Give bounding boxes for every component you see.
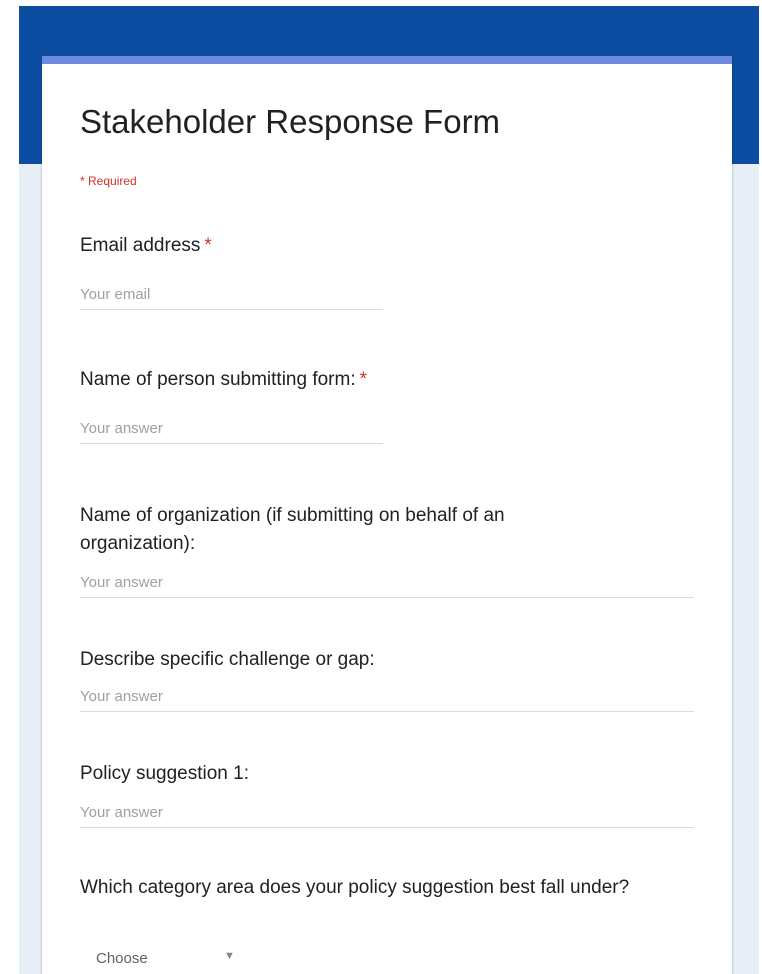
person-name-input[interactable]: Your answer <box>80 420 383 444</box>
policy-suggestion-input[interactable]: Your answer <box>80 804 694 828</box>
question-text: Describe specific challenge or gap: <box>80 649 375 670</box>
challenge-input[interactable]: Your answer <box>80 688 694 712</box>
question-challenge: Describe specific challenge or gap: Your… <box>80 646 694 712</box>
question-text: Which category area does your policy sug… <box>80 877 630 898</box>
required-note: * Required <box>80 174 137 188</box>
question-text: Policy suggestion 1: <box>80 763 249 784</box>
question-organization: Name of organization (if submitting on b… <box>80 502 694 598</box>
question-text: Name of organization (if submitting on b… <box>80 505 505 554</box>
required-star: * <box>359 369 368 390</box>
question-label: Email address * <box>80 232 694 260</box>
dropdown-caret-icon: ▼ <box>224 950 235 962</box>
question-text: Name of person submitting form: <box>80 369 356 390</box>
question-person-name: Name of person submitting form: * Your an… <box>80 366 694 444</box>
card-accent-bar <box>42 56 732 64</box>
email-input[interactable]: Your email <box>80 286 383 310</box>
question-category: Which category area does your policy sug… <box>80 874 650 967</box>
question-email: Email address * Your email <box>80 232 694 310</box>
category-select[interactable]: Choose ▼ <box>96 950 236 967</box>
select-value: Choose <box>96 950 148 967</box>
question-label: Name of person submitting form: * <box>80 366 694 394</box>
required-star: * <box>204 235 212 256</box>
question-text: Email address <box>80 235 201 256</box>
form-card: Stakeholder Response Form * Required Ema… <box>42 56 732 974</box>
form-title: Stakeholder Response Form <box>80 103 501 140</box>
form-page: Stakeholder Response Form * Required Ema… <box>19 6 759 974</box>
organization-input[interactable]: Your answer <box>80 574 694 598</box>
question-policy-suggestion: Policy suggestion 1: Your answer <box>80 760 694 828</box>
